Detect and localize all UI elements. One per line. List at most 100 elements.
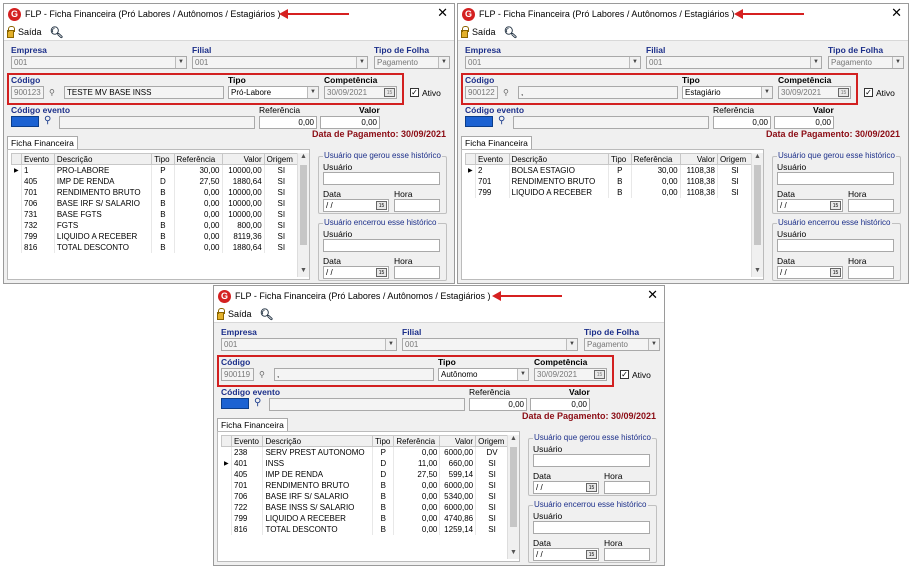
empresa-select[interactable]: 001 ▼ <box>465 56 641 69</box>
cell-tipo[interactable]: B <box>372 523 395 535</box>
scroll-up-icon[interactable]: ▲ <box>752 153 763 163</box>
cell-tipo[interactable]: D <box>372 468 395 480</box>
codigo-evento-field[interactable] <box>11 116 39 127</box>
cell-tipo[interactable]: D <box>151 175 175 187</box>
cell-tipo[interactable]: B <box>608 186 632 198</box>
cell-valor[interactable]: 10000,00 <box>222 186 265 198</box>
cell-referencia[interactable]: 30,00 <box>631 164 681 176</box>
data-encerrou-field[interactable]: / / 15 <box>777 266 843 279</box>
scroll-thumb[interactable] <box>510 447 517 527</box>
ativo-checkbox[interactable]: ✓ <box>620 370 629 379</box>
cell-evento[interactable]: 706 <box>21 197 55 209</box>
chevron-down-icon[interactable]: ▼ <box>810 57 821 68</box>
cell-valor[interactable]: 10000,00 <box>222 208 265 220</box>
referencia-field[interactable]: 0,00 <box>469 398 527 411</box>
chevron-down-icon[interactable]: ▼ <box>307 87 318 98</box>
cell-valor[interactable]: 599,14 <box>439 468 477 480</box>
cell-tipo[interactable]: B <box>151 197 175 209</box>
cell-origem[interactable]: SI <box>264 197 300 209</box>
chevron-down-icon[interactable]: ▼ <box>175 57 186 68</box>
col-evento[interactable]: Evento <box>21 153 55 165</box>
calendar-icon[interactable]: 15 <box>376 268 387 277</box>
cell-origem[interactable]: SI <box>717 164 754 176</box>
cell-origem[interactable]: SI <box>475 490 509 502</box>
cell-tipo[interactable]: B <box>372 501 395 513</box>
table-row[interactable]: 732 FGTS B 0,00 800,00 SI <box>11 219 300 231</box>
nome-field[interactable]: , <box>274 368 434 381</box>
cell-descricao[interactable]: LIQUIDO A RECEBER <box>509 186 609 198</box>
cell-descricao[interactable]: RENDIMENTO BRUTO <box>509 175 609 187</box>
cell-valor[interactable]: 1108,38 <box>680 186 718 198</box>
binoculars-icon[interactable]: ⚲ <box>49 88 55 97</box>
cell-valor[interactable]: 1880,64 <box>222 175 265 187</box>
data-encerrou-field[interactable]: / / 15 <box>533 548 599 561</box>
table-row[interactable]: 799 LIQUIDO A RECEBER B 0,00 8119,36 SI <box>11 230 300 242</box>
cell-evento[interactable]: 405 <box>231 468 264 480</box>
cell-evento[interactable]: 701 <box>475 175 510 187</box>
competencia-field[interactable]: 30/09/2021 15 <box>534 368 607 381</box>
cell-referencia[interactable]: 27,50 <box>393 468 441 480</box>
cell-evento[interactable]: 2 <box>475 164 510 176</box>
hora-encerrou-field[interactable] <box>848 266 894 279</box>
tipo-folha-select[interactable]: Pagamento ▼ <box>374 56 450 69</box>
cell-valor[interactable]: 6000,00 <box>439 479 477 491</box>
cell-valor[interactable]: 1108,38 <box>680 175 718 187</box>
nome-field[interactable]: TESTE MV BASE INSS <box>64 86 224 99</box>
cell-origem[interactable]: SI <box>475 457 509 469</box>
table-row[interactable]: 701 RENDIMENTO BRUTO B 0,00 1108,38 SI <box>465 175 754 187</box>
col-descricao[interactable]: Descrição <box>508 153 609 165</box>
codigo-evento-field[interactable] <box>221 398 249 409</box>
cell-origem[interactable]: DV <box>475 446 509 458</box>
table-row[interactable]: ▶ 2 BOLSA ESTAGIO P 30,00 1108,38 SI <box>465 164 754 176</box>
chevron-down-icon[interactable]: ▼ <box>648 339 659 350</box>
vertical-scrollbar[interactable]: ▲ ▼ <box>507 435 519 559</box>
col-tipo[interactable]: Tipo <box>607 153 632 165</box>
cell-descricao[interactable]: TOTAL DESCONTO <box>54 241 153 253</box>
cell-evento[interactable]: 731 <box>21 208 55 220</box>
cell-tipo[interactable]: B <box>151 230 175 242</box>
chevron-down-icon[interactable]: ▼ <box>566 339 577 350</box>
cell-origem[interactable]: SI <box>264 186 300 198</box>
evento-descricao-field[interactable] <box>269 398 465 411</box>
tipo-select[interactable]: Estagiário ▼ <box>682 86 773 99</box>
calendar-icon[interactable]: 15 <box>384 88 395 97</box>
cell-valor[interactable]: 6000,00 <box>439 501 477 513</box>
col-referencia[interactable]: Referência <box>630 153 681 165</box>
binoculars-icon[interactable]: ⚲ <box>259 370 265 379</box>
filial-select[interactable]: 001 ▼ <box>192 56 368 69</box>
cell-evento[interactable]: 701 <box>21 186 55 198</box>
competencia-field[interactable]: 30/09/2021 15 <box>324 86 397 99</box>
referencia-field[interactable]: 0,00 <box>713 116 771 129</box>
cell-tipo[interactable]: B <box>372 512 395 524</box>
search-event-icon[interactable]: ⚲ <box>44 115 51 126</box>
col-referencia[interactable]: Referência <box>393 435 441 447</box>
cell-referencia[interactable]: 0,00 <box>631 186 681 198</box>
cell-valor[interactable]: 1259,14 <box>439 523 477 535</box>
table-row[interactable]: ▶ 401 INSS D 11,00 660,00 SI <box>221 457 509 469</box>
table-row[interactable]: 799 LIQUIDO A RECEBER B 0,00 4740,86 SI <box>221 512 509 524</box>
usuario-encerrou-field[interactable] <box>323 239 440 252</box>
search-icon[interactable]: 🔍︎ <box>504 26 518 39</box>
col-valor[interactable]: Valor <box>439 435 477 447</box>
cell-referencia[interactable]: 0,00 <box>174 208 223 220</box>
competencia-field[interactable]: 30/09/2021 15 <box>778 86 851 99</box>
empresa-select[interactable]: 001 ▼ <box>221 338 397 351</box>
cell-descricao[interactable]: LIQUIDO A RECEBER <box>262 512 374 524</box>
col-origem[interactable]: Origem <box>716 153 754 165</box>
scroll-thumb[interactable] <box>300 165 307 245</box>
col-evento[interactable]: Evento <box>230 435 264 447</box>
table-row[interactable]: 405 IMP DE RENDA D 27,50 599,14 SI <box>221 468 509 480</box>
cell-origem[interactable]: SI <box>264 241 300 253</box>
search-event-icon[interactable]: ⚲ <box>254 397 261 408</box>
scroll-up-icon[interactable]: ▲ <box>298 153 309 163</box>
cell-descricao[interactable]: BASE INSS S/ SALARIO <box>262 501 374 513</box>
codigo-field[interactable]: 900123 <box>11 86 44 99</box>
col-descricao[interactable]: Descrição <box>262 435 374 447</box>
cell-evento[interactable]: 816 <box>231 523 264 535</box>
cell-valor[interactable]: 10000,00 <box>222 164 265 176</box>
data-encerrou-field[interactable]: / / 15 <box>323 266 389 279</box>
cell-referencia[interactable]: 0,00 <box>393 479 441 491</box>
search-icon[interactable]: 🔍︎ <box>260 308 274 321</box>
cell-valor[interactable]: 6000,00 <box>439 446 477 458</box>
table-row[interactable]: 731 BASE FGTS B 0,00 10000,00 SI <box>11 208 300 220</box>
